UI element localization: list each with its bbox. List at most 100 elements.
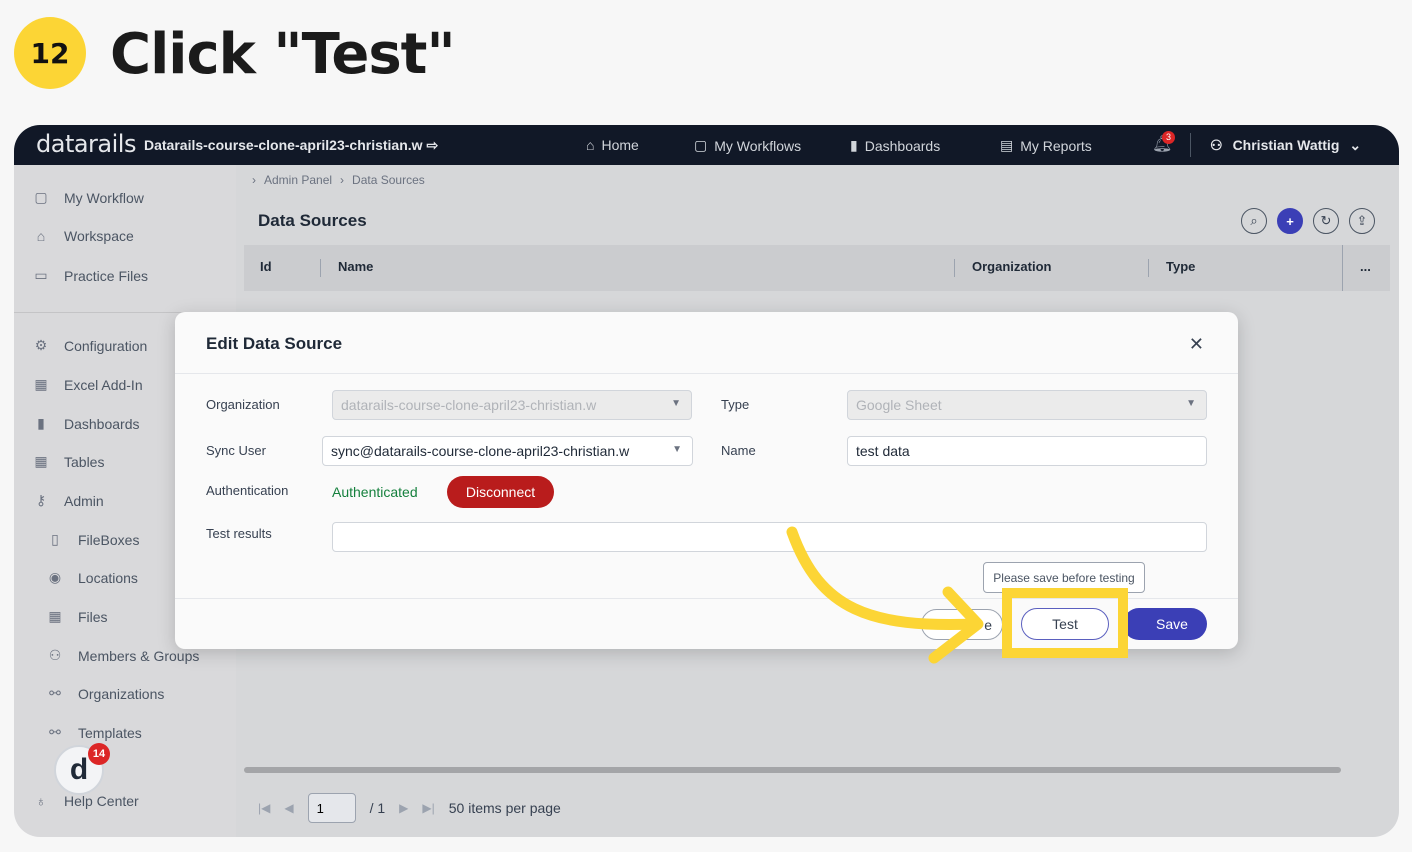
dialog-divider bbox=[175, 373, 1238, 374]
sidebar-item-label: Organizations bbox=[78, 685, 165, 702]
sidebar-item-organizations[interactable]: ⚯ Organizations bbox=[46, 685, 164, 702]
sidebar-item-locations[interactable]: ◉ Locations bbox=[46, 569, 138, 586]
nav-my-workflows[interactable]: ▢ My Workflows bbox=[694, 137, 801, 154]
name-input[interactable] bbox=[847, 436, 1207, 466]
horizontal-scrollbar[interactable] bbox=[244, 767, 1341, 773]
chevron-right-icon: › bbox=[340, 173, 345, 187]
hierarchy-icon: ⚯ bbox=[49, 685, 61, 701]
breadcrumb-data-sources: Data Sources bbox=[352, 173, 425, 187]
column-divider bbox=[1342, 245, 1343, 291]
bar-chart-icon: ▮ bbox=[37, 415, 45, 431]
chevron-down-icon: ▼ bbox=[671, 398, 681, 409]
clipboard-icon: ▢ bbox=[694, 137, 708, 153]
nav-home[interactable]: ⌂ Home bbox=[586, 137, 639, 153]
sidebar-item-fileboxes[interactable]: ▯ FileBoxes bbox=[46, 531, 139, 548]
items-per-page[interactable]: 50 items per page bbox=[449, 800, 561, 816]
logout-icon[interactable]: ⇨ bbox=[426, 137, 438, 153]
notification-count-badge: 3 bbox=[1162, 131, 1175, 144]
sidebar-item-templates[interactable]: ⚯ Templates bbox=[46, 724, 142, 741]
files-icon: ▦ bbox=[48, 608, 62, 624]
edit-data-source-dialog: Edit Data Source ✕ Organization datarail… bbox=[175, 312, 1238, 649]
disconnect-button[interactable]: Disconnect bbox=[447, 476, 554, 508]
nav-dashboards-label: Dashboards bbox=[864, 137, 941, 154]
search-icon[interactable]: ⌕ bbox=[1241, 208, 1267, 234]
dialog-footer-divider bbox=[175, 598, 1238, 599]
nav-my-reports[interactable]: ▤ My Reports bbox=[1000, 137, 1092, 154]
sidebar-item-configuration[interactable]: ⚙ Configuration bbox=[32, 337, 148, 354]
folder-icon: ▭ bbox=[34, 267, 48, 283]
gear-icon: ⚙ bbox=[34, 337, 48, 353]
notifications-bell-icon[interactable]: 🔔︎ 3 bbox=[1152, 131, 1175, 154]
sidebar-item-label: Files bbox=[78, 608, 108, 625]
sidebar-item-label: Members & Groups bbox=[78, 647, 200, 664]
column-header-type[interactable]: Type bbox=[1166, 259, 1195, 274]
sidebar-item-label: Workspace bbox=[64, 228, 134, 244]
test-results-label: Test results bbox=[206, 526, 272, 541]
test-results-field bbox=[332, 522, 1207, 552]
close-dialog-button[interactable]: e bbox=[921, 609, 1003, 640]
close-icon[interactable]: ✕ bbox=[1189, 334, 1204, 355]
organization-name[interactable]: Datarails-course-clone-april23-christian… bbox=[144, 137, 438, 154]
chevron-down-icon: ▼ bbox=[672, 444, 682, 455]
column-header-name[interactable]: Name bbox=[338, 259, 373, 274]
nav-home-label: Home bbox=[601, 137, 639, 153]
type-label: Type bbox=[721, 397, 750, 412]
pagination: |◀ ◀ / 1 ▶ ▶| 50 items per page bbox=[258, 793, 561, 823]
refresh-icon[interactable]: ↻ bbox=[1313, 208, 1339, 234]
home-icon: ⌂ bbox=[36, 228, 46, 244]
sync-user-value: sync@datarails-course-clone-april23-chri… bbox=[331, 443, 630, 459]
file-icon: ▯ bbox=[51, 531, 59, 547]
sidebar-item-label: Templates bbox=[78, 724, 142, 741]
clipboard-icon: ▢ bbox=[34, 189, 48, 205]
sidebar-item-practice-files[interactable]: ▭ Practice Files bbox=[32, 267, 148, 284]
page-number-input[interactable] bbox=[307, 793, 356, 823]
sync-user-select[interactable]: sync@datarails-course-clone-april23-chri… bbox=[322, 436, 693, 466]
hierarchy-icon: ⚯ bbox=[49, 724, 61, 740]
top-navigation-bar: datarails Datarails-course-clone-april23… bbox=[14, 125, 1399, 165]
type-select: Google Sheet ▼ bbox=[847, 390, 1207, 420]
column-header-organization[interactable]: Organization bbox=[972, 259, 1051, 274]
sidebar-item-help-center[interactable]: ♁ Help Center bbox=[32, 793, 139, 809]
datarails-logo[interactable]: datarails bbox=[36, 130, 136, 158]
nav-my-workflows-label: My Workflows bbox=[714, 137, 802, 154]
home-icon: ⌂ bbox=[586, 137, 595, 153]
sidebar-item-excel-add-in[interactable]: ▦ Excel Add-In bbox=[32, 376, 142, 393]
column-header-id[interactable]: Id bbox=[260, 259, 272, 274]
sidebar-item-label: Tables bbox=[64, 453, 105, 470]
sidebar-item-tables[interactable]: ▦ Tables bbox=[32, 453, 104, 470]
chevron-right-icon: › bbox=[252, 173, 256, 187]
sidebar-item-admin[interactable]: ⚷ Admin bbox=[32, 492, 104, 509]
sidebar-item-my-workflow[interactable]: ▢ My Workflow bbox=[32, 189, 144, 206]
lightbulb-icon: ♁ bbox=[35, 793, 47, 809]
sidebar-item-label: Configuration bbox=[64, 337, 148, 354]
last-page-icon[interactable]: ▶| bbox=[422, 801, 434, 815]
step-title: Click "Test" bbox=[110, 22, 456, 87]
add-icon[interactable]: + bbox=[1277, 208, 1303, 234]
document-icon: ▤ bbox=[1000, 137, 1014, 153]
next-page-icon[interactable]: ▶ bbox=[399, 801, 408, 815]
table-icon: ▦ bbox=[34, 453, 48, 469]
test-button[interactable]: Test bbox=[1021, 608, 1109, 640]
sidebar-item-workspace[interactable]: ⌂ Workspace bbox=[32, 228, 134, 244]
breadcrumb-admin-panel[interactable]: Admin Panel bbox=[264, 173, 332, 187]
sidebar-item-label: Admin bbox=[64, 492, 104, 509]
organization-label: Organization bbox=[206, 397, 280, 412]
users-icon: ⚇ bbox=[48, 647, 62, 663]
user-menu[interactable]: ⚇ Christian Wattig ⌄ bbox=[1210, 137, 1361, 154]
dialog-title: Edit Data Source bbox=[206, 334, 343, 353]
column-divider bbox=[954, 259, 955, 277]
table-header: Id Name Organization Type ... bbox=[244, 245, 1390, 291]
first-page-icon[interactable]: |◀ bbox=[258, 801, 270, 815]
export-icon[interactable]: ⇪ bbox=[1349, 208, 1375, 234]
sidebar-item-files[interactable]: ▦ Files bbox=[46, 608, 108, 625]
sidebar-item-label: FileBoxes bbox=[78, 531, 140, 548]
save-button[interactable]: Save bbox=[1123, 608, 1207, 640]
sidebar-item-dashboards[interactable]: ▮ Dashboards bbox=[32, 415, 139, 432]
sync-user-label: Sync User bbox=[206, 443, 266, 458]
previous-page-icon[interactable]: ◀ bbox=[284, 801, 293, 815]
user-name: Christian Wattig bbox=[1232, 137, 1340, 153]
sidebar-item-members-groups[interactable]: ⚇ Members & Groups bbox=[46, 647, 200, 664]
nav-dashboards[interactable]: ▮ Dashboards bbox=[850, 137, 940, 154]
sidebar-item-label: My Workflow bbox=[64, 189, 144, 206]
column-options-menu[interactable]: ... bbox=[1360, 259, 1371, 274]
